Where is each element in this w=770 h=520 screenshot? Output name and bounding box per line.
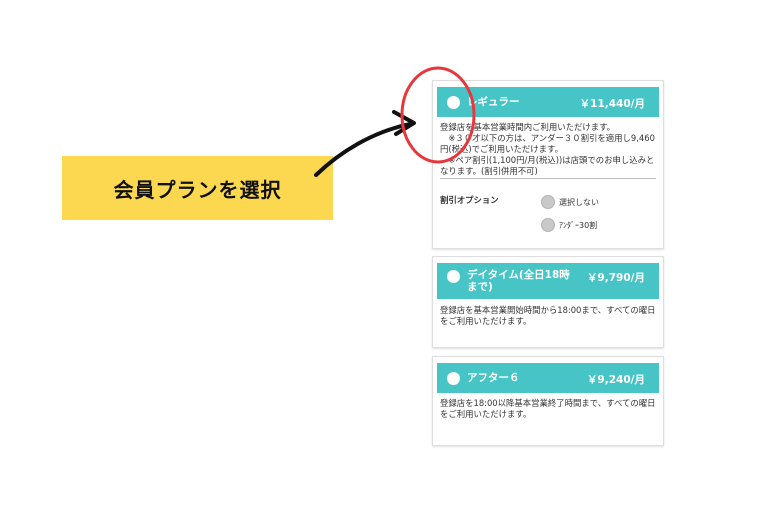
callout-label: 会員プランを選択 bbox=[113, 177, 282, 202]
divider bbox=[440, 178, 656, 179]
description-line: ※３０才以下の方は、アンダー３０割引を適用し9,460 bbox=[440, 133, 655, 143]
arrowhead-icon bbox=[392, 110, 416, 136]
description-line: 登録店を18:00以降基本営業終了時間まで、すべての曜日 bbox=[440, 398, 656, 408]
description-line: 円(税込)でご利用いただけます。 bbox=[440, 144, 563, 154]
option-label: ｱﾝﾀﾞｰ30割 bbox=[559, 220, 598, 230]
plan-name: デイタイム(全日18時まで) bbox=[467, 269, 570, 293]
plan-card-after6[interactable]: アフター６ ￥9,240/月 登録店を18:00以降基本営業終了時間まで、すべて… bbox=[432, 356, 664, 446]
plan-description: 登録店を基本営業開始時間から18:00まで、すべての曜日 をご利用いただけます。 bbox=[440, 305, 657, 327]
plan-description: 登録店を18:00以降基本営業終了時間まで、すべての曜日 をご利用いただけます。 bbox=[440, 398, 657, 420]
plan-header-regular[interactable]: レギュラー ￥11,440/月 bbox=[437, 87, 659, 117]
plan-radio-daytime[interactable] bbox=[447, 270, 460, 283]
plan-price: ￥11,440/月 bbox=[579, 98, 645, 110]
description-line: をご利用いただけます。 bbox=[440, 409, 532, 419]
plan-card-daytime[interactable]: デイタイム(全日18時まで) ￥9,790/月 登録店を基本営業開始時間から18… bbox=[432, 256, 664, 348]
select-plan-callout: 会員プランを選択 bbox=[62, 156, 333, 220]
plan-description: 登録店を基本営業時間内ご利用いただけます。 ※３０才以下の方は、アンダー３０割引… bbox=[440, 122, 657, 177]
plan-name: アフター６ bbox=[467, 372, 520, 384]
plan-radio-after6[interactable] bbox=[447, 372, 460, 385]
plan-header-after6[interactable]: アフター６ ￥9,240/月 bbox=[437, 363, 659, 393]
plan-price: ￥9,790/月 bbox=[586, 272, 645, 284]
description-line: ※ペア割引(1,100円/月(税込))は店頭でのお申し込みと bbox=[440, 155, 655, 165]
description-line: なります。(割引併用不可) bbox=[440, 166, 538, 176]
plan-header-daytime[interactable]: デイタイム(全日18時まで) ￥9,790/月 bbox=[437, 263, 659, 299]
option-radio[interactable] bbox=[541, 218, 555, 232]
option-label: 選択しない bbox=[559, 197, 599, 207]
plan-name: レギュラー bbox=[467, 96, 520, 108]
plan-card-regular[interactable]: レギュラー ￥11,440/月 登録店を基本営業時間内ご利用いただけます。 ※３… bbox=[432, 80, 664, 249]
plan-radio-regular[interactable] bbox=[447, 96, 460, 109]
option-under30-discount[interactable]: ｱﾝﾀﾞｰ30割 bbox=[541, 218, 597, 232]
option-no-discount[interactable]: 選択しない bbox=[541, 195, 599, 209]
description-line: をご利用いただけます。 bbox=[440, 316, 532, 326]
plan-price: ￥9,240/月 bbox=[586, 374, 645, 386]
description-line: 登録店を基本営業開始時間から18:00まで、すべての曜日 bbox=[440, 305, 656, 315]
description-line: 登録店を基本営業時間内ご利用いただけます。 bbox=[440, 122, 616, 132]
discount-option-label: 割引オプション bbox=[440, 195, 499, 205]
option-radio[interactable] bbox=[541, 195, 555, 209]
